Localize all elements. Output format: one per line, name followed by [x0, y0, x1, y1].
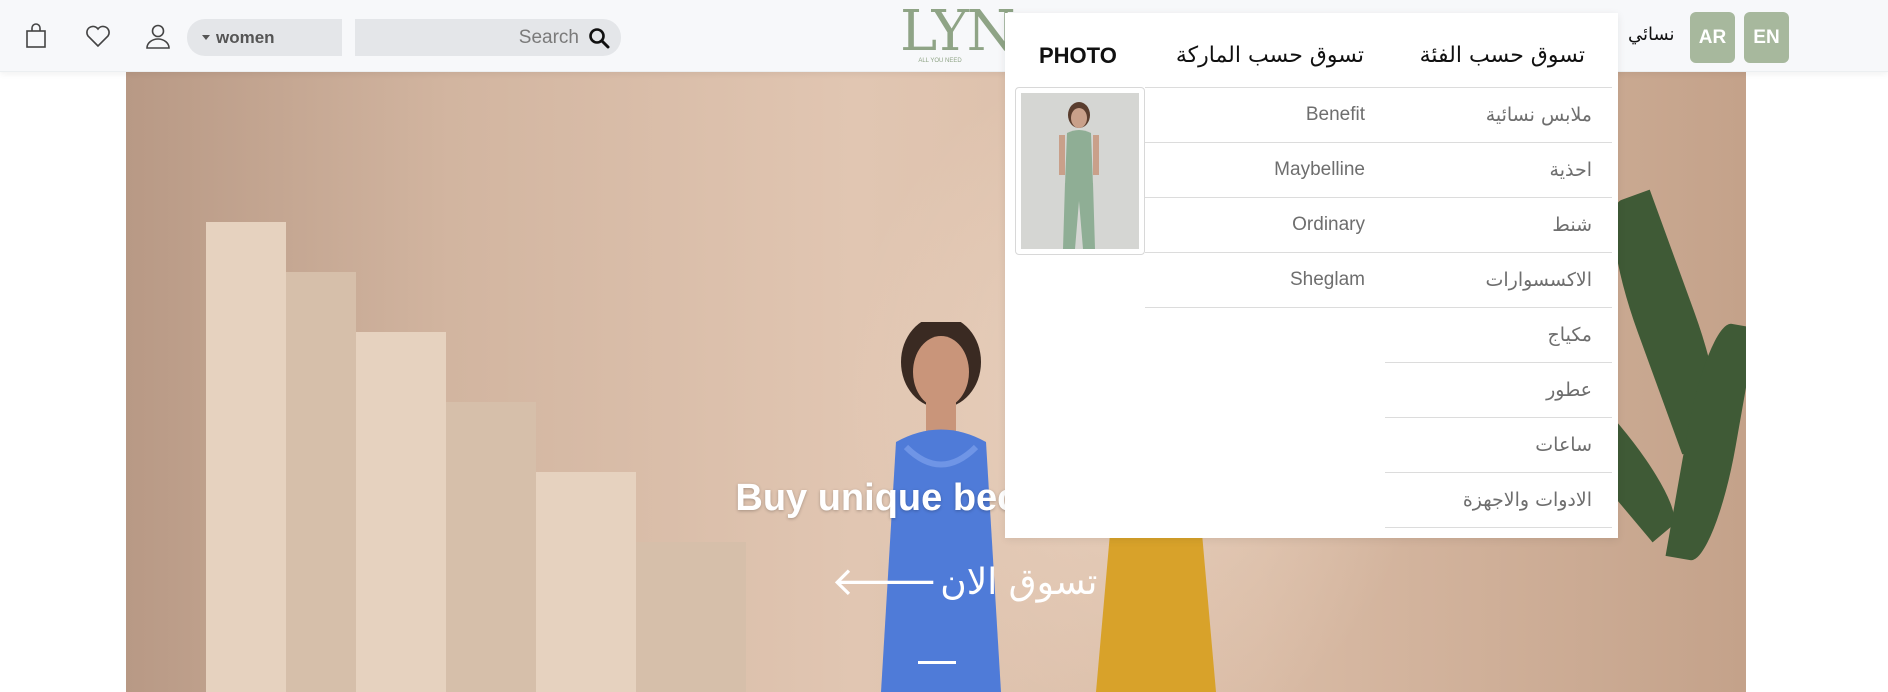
gender-select-value: women — [216, 27, 275, 47]
brand-logo[interactable]: LYN ALL YOU NEED — [900, 0, 1016, 72]
shop-now-button[interactable]: 🡐 تسوق الان — [831, 554, 1097, 610]
arrow-left-icon: 🡐 — [831, 559, 939, 605]
category-list: ملابس نسائية احذية شنط الاكسسوارات مكياج… — [1385, 88, 1612, 528]
logo-mark: LYN — [900, 0, 1016, 64]
brand-list: Benefit Maybelline Ordinary Sheglam — [1145, 88, 1385, 308]
caret-down-icon — [202, 35, 210, 40]
category-item-watches[interactable]: ساعات — [1385, 418, 1612, 473]
shop-now-label: تسوق الان — [940, 561, 1098, 603]
search-button[interactable] — [587, 26, 611, 50]
mega-menu-dropdown: تسوق حسب الفئة تسوق حسب الماركة PHOTO مل… — [1005, 13, 1618, 538]
brand-item-sheglam[interactable]: Sheglam — [1145, 253, 1385, 308]
jumpsuit-model-image — [1021, 93, 1139, 249]
category-item-perfumes[interactable]: عطور — [1385, 363, 1612, 418]
category-item-tools-devices[interactable]: الادوات والاجهزة — [1385, 473, 1612, 528]
hero-stair — [206, 222, 286, 692]
user-icon — [146, 24, 170, 49]
category-item-womens-clothing[interactable]: ملابس نسائية — [1385, 88, 1612, 143]
brand-item-maybelline[interactable]: Maybelline — [1145, 143, 1385, 198]
category-item-bags[interactable]: شنط — [1385, 198, 1612, 253]
category-item-makeup[interactable]: مكياج — [1385, 308, 1612, 363]
shopping-bag-icon — [26, 23, 46, 48]
heart-icon — [86, 25, 110, 48]
hero-stair — [636, 542, 746, 692]
promo-photo-card[interactable] — [1015, 87, 1145, 255]
promo-photo — [1021, 93, 1139, 249]
search-input[interactable] — [379, 26, 579, 49]
slider-indicator[interactable] — [918, 661, 956, 664]
search-icon — [589, 27, 610, 48]
brand-item-benefit[interactable]: Benefit — [1145, 88, 1385, 143]
hero-stair — [446, 402, 536, 692]
account-button[interactable] — [142, 20, 174, 52]
gender-select[interactable]: women — [187, 19, 342, 56]
cart-button[interactable] — [20, 20, 52, 52]
language-ar-button[interactable]: AR — [1690, 12, 1735, 63]
photo-heading: PHOTO — [1039, 43, 1117, 68]
category-item-shoes[interactable]: احذية — [1385, 143, 1612, 198]
search-box — [355, 19, 621, 56]
category-item-accessories[interactable]: الاكسسوارات — [1385, 253, 1612, 308]
nav-women[interactable]: نسائي — [1628, 24, 1675, 45]
brand-item-ordinary[interactable]: Ordinary — [1145, 198, 1385, 253]
language-en-button[interactable]: EN — [1744, 12, 1789, 63]
shop-by-brand-heading[interactable]: تسوق حسب الماركة — [1176, 43, 1364, 68]
shop-by-category-heading[interactable]: تسوق حسب الفئة — [1420, 43, 1585, 68]
wishlist-button[interactable] — [82, 20, 114, 52]
